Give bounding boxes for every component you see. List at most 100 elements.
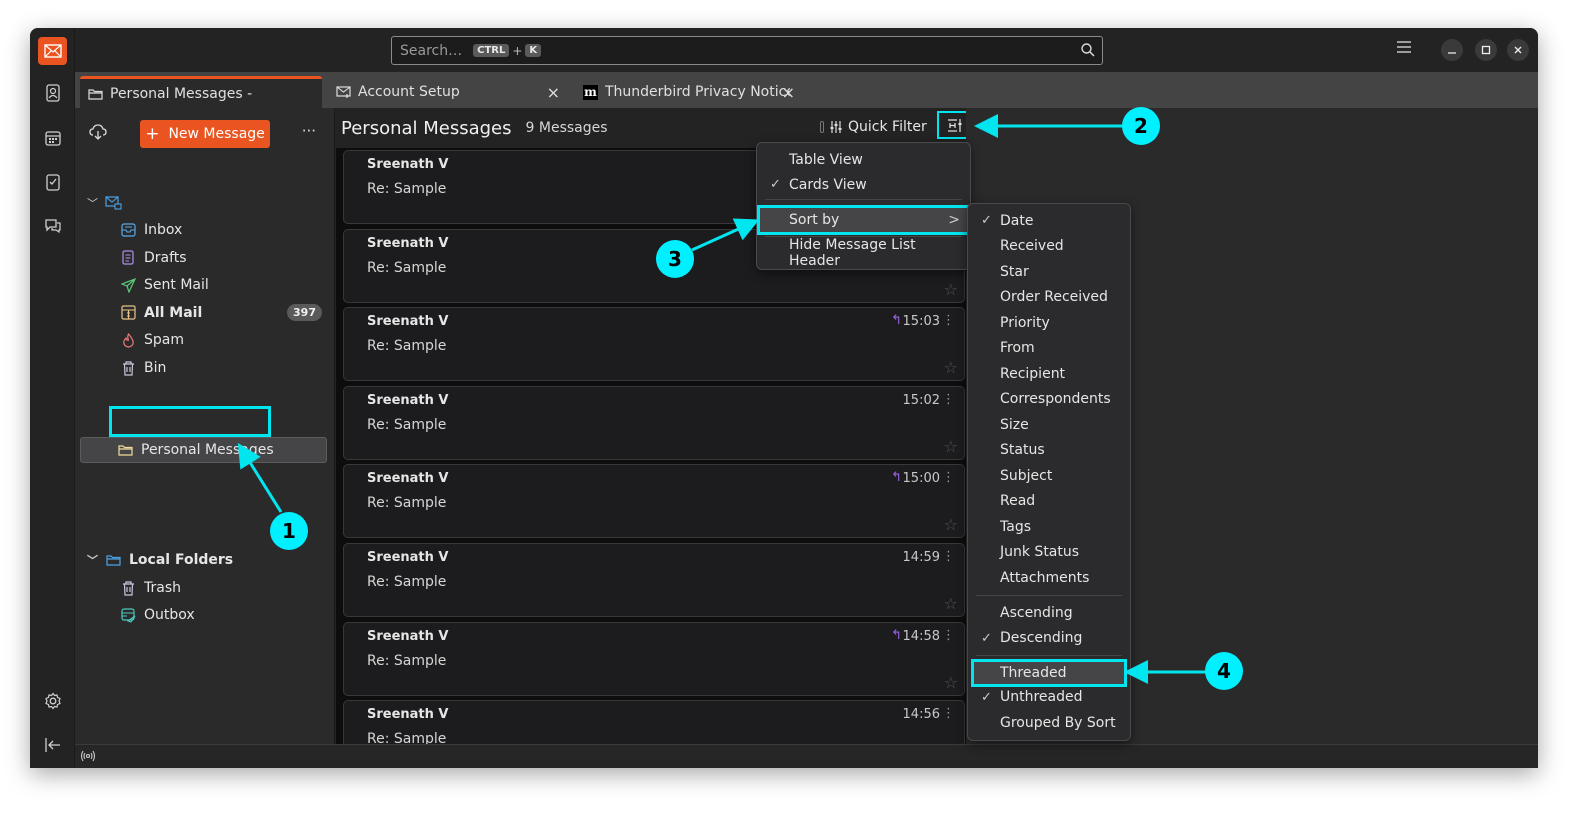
spaces-toolbar	[30, 28, 75, 768]
minimize-button[interactable]	[1441, 39, 1463, 61]
star-icon[interactable]: ☆	[944, 515, 958, 534]
quick-filter-toggle[interactable]	[820, 121, 824, 133]
tasks-button[interactable]	[40, 169, 66, 195]
folder-label: Inbox	[144, 222, 183, 238]
address-book-button[interactable]	[40, 80, 66, 106]
menu-item-label: Cards View	[789, 176, 867, 193]
sort-item-correspondents[interactable]: Correspondents	[968, 387, 1130, 412]
tab-close-button[interactable]: ×	[547, 83, 560, 102]
tab-personal-messages[interactable]: Personal Messages -	[80, 76, 322, 108]
sort-item-tags[interactable]: Tags	[968, 514, 1130, 539]
check-icon: ✓	[981, 213, 992, 228]
tab-account-setup[interactable]: Account Setup ×	[328, 76, 568, 108]
message-card[interactable]: Sreenath V Re: Sample 14:59 ⋮ ☆	[343, 543, 965, 617]
mail-space-button[interactable]	[38, 37, 67, 65]
menu-item-label: Ascending	[1000, 604, 1073, 621]
menu-item-cards-view[interactable]: ✓ Cards View	[757, 172, 970, 197]
sort-item-attachments[interactable]: Attachments	[968, 565, 1130, 590]
sort-item-received[interactable]: Received	[968, 234, 1130, 259]
star-icon[interactable]: ☆	[944, 280, 958, 299]
online-status-icon[interactable]	[80, 750, 96, 762]
message-menu-icon[interactable]: ⋮	[942, 392, 955, 407]
sender-name: Sreenath V	[367, 550, 449, 565]
folder-all-mail[interactable]: All Mail 397	[75, 300, 334, 326]
message-menu-icon[interactable]: ⋮	[942, 313, 955, 328]
collapse-spaces-button[interactable]	[40, 732, 66, 758]
menu-item-sort-by[interactable]: Sort by >	[757, 205, 970, 235]
tab-privacy-notice[interactable]: m Thunderbird Privacy Notice - ×	[575, 76, 815, 108]
get-messages-icon[interactable]	[89, 124, 107, 140]
folder-icon	[88, 88, 103, 100]
replied-icon: ↰	[891, 470, 902, 486]
folder-drafts[interactable]: Drafts	[75, 245, 334, 271]
app-menu-icon[interactable]	[1397, 41, 1411, 53]
message-time: 14:56	[902, 707, 940, 723]
folder-spam[interactable]: Spam	[75, 327, 334, 353]
chevron-down-icon: ﹀	[87, 197, 98, 210]
folder-trash[interactable]: Trash	[75, 575, 334, 601]
tab-close-button[interactable]: ×	[782, 83, 795, 102]
sort-item-size[interactable]: Size	[968, 412, 1130, 437]
account-row[interactable]: ﹀	[75, 190, 334, 216]
sort-item-star[interactable]: Star	[968, 259, 1130, 284]
menu-item-label: Star	[1000, 263, 1029, 280]
message-menu-icon[interactable]: ⋮	[942, 706, 955, 721]
message-card[interactable]: Sreenath V Re: Sample 14:58 ⋮ ↰ ☆	[343, 621, 965, 696]
folder-pane-menu-button[interactable]: ···	[302, 122, 316, 140]
close-window-button[interactable]	[1507, 39, 1529, 61]
sort-item-date[interactable]: ✓ Date	[968, 208, 1130, 233]
message-time: 14:59	[902, 550, 940, 565]
menu-separator	[976, 655, 1122, 656]
sort-item-subject[interactable]: Subject	[968, 463, 1130, 488]
sort-item-grouped-by-sort[interactable]: Grouped By Sort	[968, 710, 1130, 735]
new-message-button[interactable]: + New Message	[140, 120, 270, 148]
sort-item-priority[interactable]: Priority	[968, 310, 1130, 335]
quick-filter-button[interactable]: Quick Filter	[820, 119, 927, 135]
sort-item-order-received[interactable]: Order Received	[968, 285, 1130, 310]
menu-item-label: From	[1000, 340, 1035, 356]
sort-item-unthreaded[interactable]: ✓ Unthreaded	[968, 685, 1130, 710]
search-icon[interactable]	[1080, 42, 1096, 58]
message-menu-icon[interactable]: ⋮	[942, 549, 955, 564]
sort-by-submenu: ✓ Date Received Star Order Received Priority F…	[967, 203, 1131, 741]
message-time: 15:03	[902, 314, 940, 330]
sort-item-recipient[interactable]: Recipient	[968, 361, 1130, 386]
folder-sent-mail[interactable]: Sent Mail	[75, 272, 334, 298]
menu-item-table-view[interactable]: Table View	[757, 147, 970, 172]
local-folders-label: Local Folders	[129, 552, 234, 568]
calendar-button[interactable]	[40, 125, 66, 151]
settings-button[interactable]	[40, 688, 66, 714]
message-card[interactable]: Sreenath V Re: Sample 15:00 ⋮ ↰ ☆	[343, 464, 965, 539]
message-menu-icon[interactable]: ⋮	[942, 470, 955, 485]
sort-item-ascending[interactable]: Ascending	[968, 600, 1130, 625]
sort-item-threaded[interactable]: Threaded	[971, 659, 1127, 687]
sort-item-status[interactable]: Status	[968, 438, 1130, 463]
sort-item-junk-status[interactable]: Junk Status	[968, 540, 1130, 565]
sender-name: Sreenath V	[367, 392, 449, 408]
star-icon[interactable]: ☆	[944, 358, 958, 377]
shortcut-k-key: K	[525, 44, 542, 57]
folder-outbox[interactable]: Outbox	[75, 602, 334, 628]
star-icon[interactable]: ☆	[944, 594, 958, 613]
message-card[interactable]: Sreenath V Re: Sample 15:03 ⋮ ↰ ☆	[343, 307, 965, 382]
folder-inbox[interactable]: Inbox	[75, 217, 334, 243]
star-icon[interactable]: ☆	[944, 673, 958, 692]
chevron-right-icon: >	[948, 212, 960, 228]
star-icon[interactable]: ☆	[944, 437, 958, 456]
folder-personal-messages[interactable]: Personal Messages	[80, 437, 327, 463]
sort-item-from[interactable]: From	[968, 336, 1130, 361]
folder-bin[interactable]: Bin	[75, 355, 334, 381]
maximize-button[interactable]	[1475, 39, 1497, 61]
mail-icon	[43, 44, 62, 58]
chat-button[interactable]	[40, 213, 66, 239]
spam-icon	[122, 332, 134, 348]
gear-icon	[45, 692, 61, 710]
global-search-input[interactable]: Search… CTRL + K	[391, 36, 1103, 65]
message-card[interactable]: Sreenath V Re: Sample 15:02 ⋮ ☆	[343, 385, 965, 460]
sort-item-read[interactable]: Read	[968, 489, 1130, 514]
menu-item-hide-message-list-header[interactable]: Hide Message List Header	[757, 237, 970, 269]
sort-item-descending[interactable]: ✓ Descending	[968, 626, 1130, 651]
menu-separator	[765, 199, 962, 200]
message-menu-icon[interactable]: ⋮	[942, 628, 955, 643]
local-folders-row[interactable]: ﹀ Local Folders	[75, 547, 334, 573]
